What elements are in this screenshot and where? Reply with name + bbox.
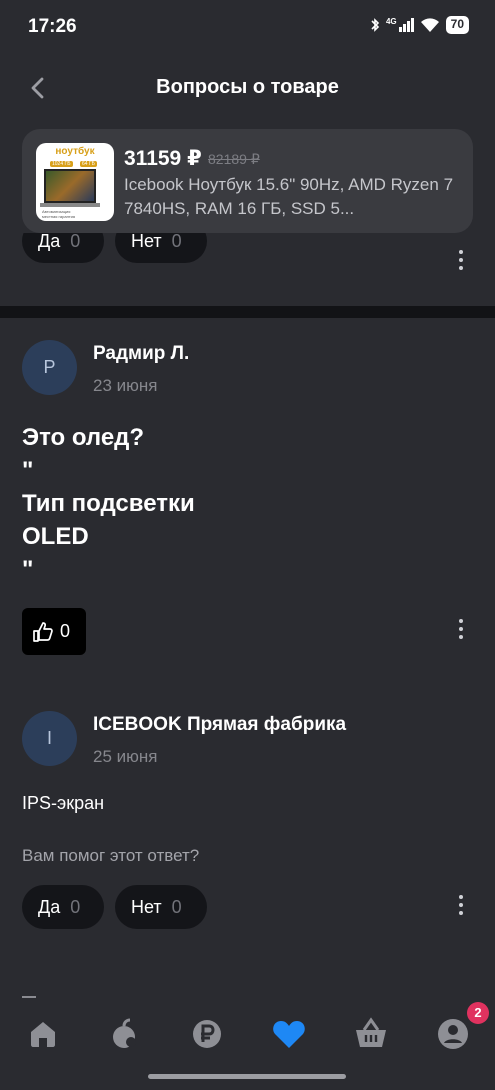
thumbs-up-icon [33,621,53,642]
avatar: I [22,711,77,766]
question-date: 23 июня [93,376,158,395]
page-title: Вопросы о товаре [156,76,339,98]
status-icons: 4G 70 [370,16,469,34]
thumb-chip: 1024 ГБ [50,161,73,167]
more-options-icon[interactable] [457,619,465,643]
no-count: 0 [171,897,182,917]
like-button[interactable]: 0 [22,608,86,655]
header: Вопросы о товаре [0,62,495,114]
yes-count: 0 [70,233,81,251]
laptop-base [40,203,100,207]
product-name: Icebook Ноутбук 15.6" 90Hz, AMD Ryzen 7 … [124,175,454,218]
favorites-icon[interactable] [269,1014,309,1054]
helpful-prompt: Вам помог этот ответ? [22,846,200,865]
notification-badge: 2 [467,1002,489,1024]
no-label: Нет [131,233,162,251]
answer-author: ICEBOOK Прямая фабрика [93,714,347,735]
product-price: 31159 ₽ [124,147,202,170]
signal-icon: 4G [386,18,414,32]
yes-label: Да [38,233,61,251]
home-icon[interactable] [23,1014,63,1054]
laptop-image [44,169,96,203]
finance-icon[interactable] [187,1014,227,1054]
yes-button[interactable]: Да 0 [22,885,104,929]
question-author: Радмир Л. [93,343,190,364]
thumb-note: местная гарантия [42,214,76,219]
bluetooth-icon [371,18,380,32]
question-text: Это олед? " Тип подсветки OLED " [22,424,195,583]
network-type: 4G [385,17,397,26]
like-count: 0 [60,621,71,641]
section-divider [0,306,495,318]
product-card[interactable]: ноутбук 1024 ГБ 64 ГБ Автоматизация мест… [22,129,473,233]
more-options-icon[interactable] [457,250,465,274]
no-label: Нет [131,897,162,917]
wifi-icon [420,18,439,32]
status-time: 17:26 [28,16,77,37]
yes-label: Да [38,897,61,917]
thumb-chip: 64 ГБ [80,161,97,167]
status-bar: 17:26 4G 70 [0,0,495,56]
no-button[interactable]: Нет 0 [115,885,207,929]
no-button[interactable]: Нет 0 [115,233,207,263]
product-thumbnail: ноутбук 1024 ГБ 64 ГБ Автоматизация мест… [36,143,114,221]
more-options-icon[interactable] [457,895,465,919]
answer-date: 25 июня [93,747,158,766]
product-old-price: 82189 ₽ [208,151,260,167]
yes-button[interactable]: Да 0 [22,233,104,263]
battery-icon: 70 [445,16,469,34]
profile-icon [438,1019,468,1049]
profile-nav[interactable]: 2 [433,1002,489,1054]
catalog-icon[interactable] [105,1014,145,1054]
yes-count: 0 [70,897,81,917]
home-indicator[interactable] [148,1074,346,1079]
partial-next-item [22,986,62,1000]
cart-icon[interactable] [351,1014,391,1054]
answer-text: IPS-экран [22,793,105,813]
avatar: Р [22,340,77,395]
previous-answer-feedback: Да 0 Нет 0 [0,233,495,279]
no-count: 0 [171,233,182,251]
thumb-label: ноутбук [55,146,95,157]
